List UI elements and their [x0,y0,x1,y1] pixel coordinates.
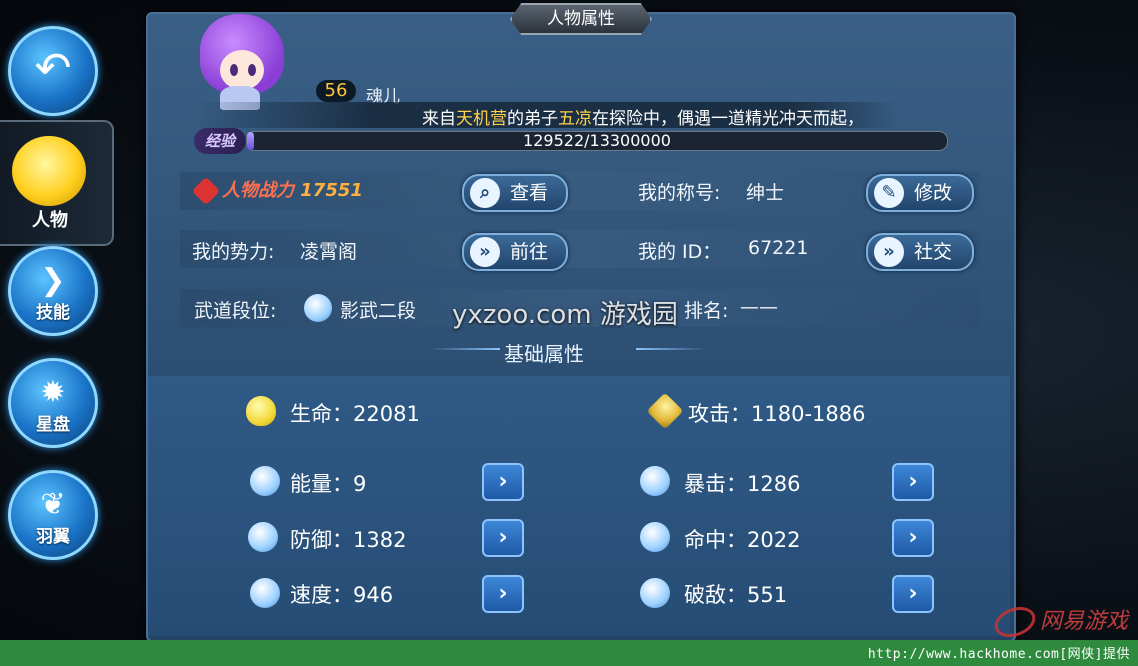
energy-drop-icon [250,466,280,496]
heart-icon [246,396,276,426]
exp-label: 经验 [194,128,246,154]
nav-item-star-chart[interactable]: ✹ 星盘 [8,358,98,448]
section-deco-left [430,348,500,350]
back-button[interactable]: ↶ [8,26,98,116]
nav-item-skill[interactable]: ❯ 技能 [8,246,98,336]
chevron-right-icon: › [908,469,918,494]
pierce-icon [640,578,670,608]
speed-stat: 速度：946 [290,583,394,607]
sword-power-icon [191,176,221,206]
energy-detail-button[interactable]: › [482,463,524,501]
defense-detail-button[interactable]: › [482,519,524,557]
hit-stat: 命中：2022 [684,528,801,552]
nav-item-label: 星盘 [36,415,70,435]
atk-stat: 攻击：1180-1886 [688,402,866,426]
ranking-value: —— [740,296,778,318]
pierce-detail-button[interactable]: › [892,575,934,613]
id-label: 我的 ID： [638,241,722,263]
nav-item-label: 技能 [36,303,70,323]
edit-title-button[interactable]: ✎ 修改 [866,174,974,212]
defense-stat: 防御：1382 [290,528,407,552]
story-text: 来自天机营的弟子五凉在探险中，偶遇一道精光冲天而起， [422,109,864,129]
hp-stat: 生命：22081 [290,402,420,426]
nav-item-label: 人物 [32,210,68,231]
rank-value: 影武二段 [340,300,417,322]
level-badge: 56 [316,80,356,102]
crit-detail-button[interactable]: › [892,463,934,501]
pen-icon: ✎ [874,178,904,208]
nav-item-character[interactable]: 人物 [0,120,114,246]
wings-icon: ❦ [40,487,66,522]
site-watermark: yxzoo.com 游戏园 [452,300,678,330]
character-icon [12,136,86,206]
section-deco-right [636,348,706,350]
combat-power: 人物战力 17551 [191,176,363,206]
footer-url: http://www.hackhome.com[网侠]提供 [867,647,1130,662]
faction-label: 我的势力: [192,241,275,263]
energy-stat: 能量：9 [290,472,367,496]
pierce-stat: 破敌：551 [684,583,788,607]
crit-icon [640,466,670,496]
ranking-label: 排名: [684,300,729,322]
exp-track: 129522/13300000 [246,131,948,151]
nav-item-label: 羽翼 [36,527,70,547]
speed-boot-icon [250,578,280,608]
double-chevron-icon: » [874,237,904,267]
nav-item-wings[interactable]: ❦ 羽翼 [8,470,98,560]
faction-value: 凌霄阁 [300,241,358,263]
hit-detail-button[interactable]: › [892,519,934,557]
chevron-right-icon: › [908,581,918,606]
base-attrs-header: 基础属性 [504,342,584,366]
magnifier-icon: ⌕ [470,178,500,208]
exp-text: 129522/13300000 [523,131,671,150]
crit-stat: 暴击：1286 [684,472,801,496]
speed-detail-button[interactable]: › [482,575,524,613]
id-value: 67221 [748,237,809,259]
back-arrow-icon: ↶ [34,43,72,94]
chevron-right-icon: › [908,525,918,550]
title-value: 绅士 [746,182,785,204]
star-chart-icon: ✹ [40,375,66,410]
panel-title-tab: 人物属性 [510,3,652,35]
target-icon [640,522,670,552]
rank-label: 武道段位: [194,300,277,322]
exp-bar: 经验 129522/13300000 [194,128,950,154]
double-chevron-icon: » [470,237,500,267]
netease-logo: 网易游戏 [990,601,1128,643]
shield-icon [248,522,278,552]
chevron-right-icon: › [498,581,508,606]
title-label: 我的称号: [638,182,721,204]
go-button[interactable]: » 前往 [462,233,568,271]
rank-emblem-icon [304,294,332,322]
side-nav: ↶ 人物 ❯ 技能 ✹ 星盘 ❦ 羽翼 [0,18,114,578]
chevron-right-icon: › [498,469,508,494]
view-button[interactable]: ⌕ 查看 [462,174,568,212]
chevron-right-icon: › [498,525,508,550]
panel-title: 人物属性 [547,9,615,29]
skill-icon: ❯ [40,263,66,298]
social-button[interactable]: » 社交 [866,233,974,271]
character-avatar [190,12,290,110]
